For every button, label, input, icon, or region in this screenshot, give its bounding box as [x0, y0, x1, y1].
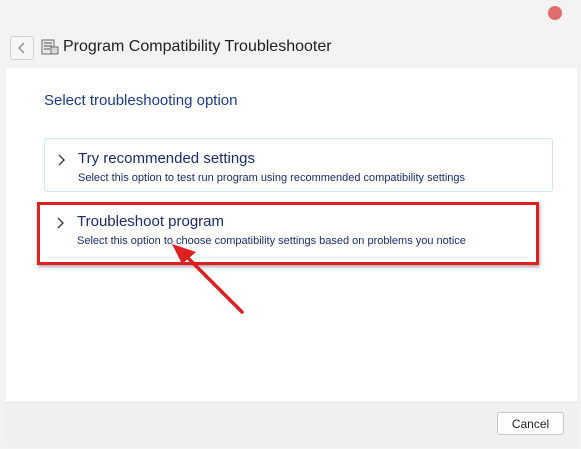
window-title: Program Compatibility Troubleshooter	[63, 38, 332, 55]
section-heading: Select troubleshooting option	[44, 92, 238, 109]
back-button[interactable]	[10, 36, 34, 60]
troubleshooter-window: Program Compatibility Troubleshooter Sel…	[0, 0, 581, 449]
back-arrow-icon	[18, 42, 25, 54]
annotation-highlight-box	[37, 202, 539, 265]
cancel-button[interactable]: Cancel	[497, 412, 564, 435]
option-try-recommended-settings[interactable]: Try recommended settings Select this opt…	[44, 138, 553, 192]
footer-bar: Cancel	[6, 402, 577, 447]
close-icon[interactable]	[548, 6, 562, 20]
troubleshooter-app-icon	[41, 39, 59, 55]
chevron-right-icon	[58, 154, 65, 166]
option-description: Select this option to test run program u…	[78, 172, 466, 184]
title-bar: Program Compatibility Troubleshooter	[0, 0, 581, 68]
option-title: Try recommended settings	[78, 150, 256, 167]
